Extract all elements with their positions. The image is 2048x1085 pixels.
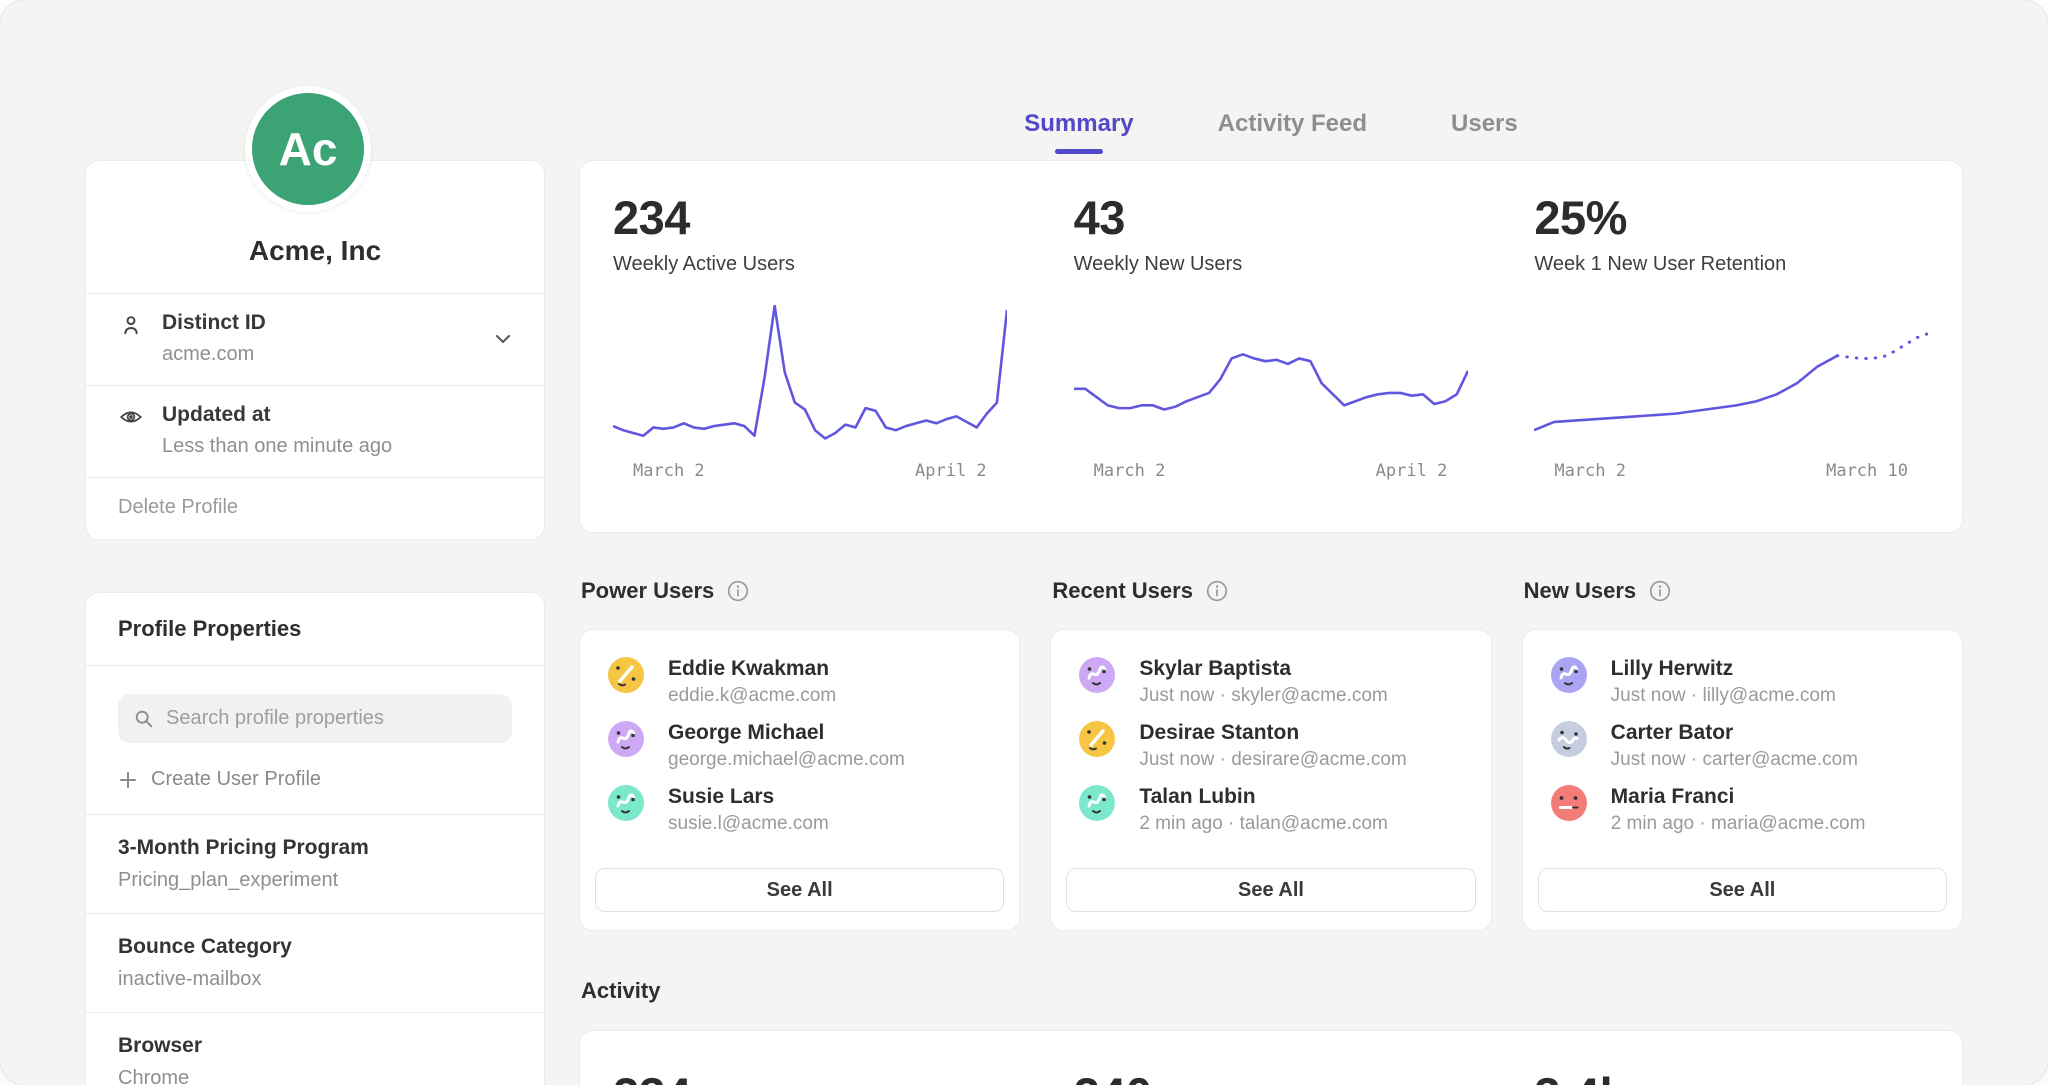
stat-week1-retention: 25% Week 1 New User Retention March 2 Ma… bbox=[1501, 161, 1962, 532]
power-users-title: Power Users bbox=[579, 578, 1020, 604]
search-icon bbox=[133, 708, 155, 730]
stat-weekly-active-users: 234 Weekly Active Users March 2 April 2 bbox=[580, 161, 1041, 532]
user-row[interactable]: Maria Franci 2 min ago · maria@acme.com bbox=[1551, 785, 1934, 835]
activity-stat: 234 bbox=[580, 1071, 1041, 1085]
user-row[interactable]: Susie Lars susie.l@acme.com bbox=[608, 785, 991, 835]
profile-property-row[interactable]: 3-Month Pricing Program Pricing_plan_exp… bbox=[86, 814, 544, 913]
power-users-card: Eddie Kwakman eddie.k@acme.com George Mi… bbox=[579, 629, 1020, 931]
profile-properties-card: Profile Properties Create User Profile 3… bbox=[85, 592, 545, 1085]
delete-profile-button[interactable]: Delete Profile bbox=[86, 477, 544, 539]
profile-property-row[interactable]: Browser Chrome bbox=[86, 1012, 544, 1085]
recent-users-title: Recent Users bbox=[1050, 578, 1491, 604]
summary-stats-card: 234 Weekly Active Users March 2 April 2 … bbox=[579, 160, 1963, 533]
user-avatar bbox=[608, 785, 644, 821]
search-profile-properties[interactable] bbox=[118, 694, 512, 743]
activity-stat: 3.4k bbox=[1501, 1071, 1962, 1085]
sparkline-week1-retention bbox=[1534, 298, 1928, 448]
tab-bar: Summary Activity Feed Users bbox=[579, 110, 1963, 152]
eye-icon bbox=[118, 403, 146, 458]
recent-users-column: Recent Users Skylar Baptista Just now · … bbox=[1050, 578, 1491, 931]
activity-section: Activity 234 240 3.4k bbox=[579, 978, 1963, 1085]
company-avatar-initials: Ac bbox=[279, 122, 338, 176]
x-axis-labels: March 2 April 2 bbox=[633, 461, 987, 481]
field-label: Updated at bbox=[162, 403, 392, 427]
profile-properties-title: Profile Properties bbox=[86, 593, 544, 666]
create-user-profile-button[interactable]: Create User Profile bbox=[118, 768, 512, 791]
stat-label: Weekly New Users bbox=[1074, 253, 1484, 276]
x-axis-labels: March 2 March 10 bbox=[1554, 461, 1908, 481]
field-value: Less than one minute ago bbox=[162, 435, 392, 458]
x-axis-labels: March 2 April 2 bbox=[1094, 461, 1448, 481]
activity-card: 234 240 3.4k bbox=[579, 1030, 1963, 1085]
tab-summary[interactable]: Summary bbox=[1024, 110, 1133, 152]
sparkline-weekly-active-users bbox=[613, 298, 1007, 448]
tab-activity-feed[interactable]: Activity Feed bbox=[1218, 110, 1367, 152]
power-users-column: Power Users Eddie Kwakman eddie.k@acme.c… bbox=[579, 578, 1020, 931]
profile-property-row[interactable]: Bounce Category inactive-mailbox bbox=[86, 913, 544, 1012]
stat-label: Week 1 New User Retention bbox=[1534, 253, 1944, 276]
user-row[interactable]: George Michael george.michael@acme.com bbox=[608, 721, 991, 771]
info-icon[interactable] bbox=[1205, 579, 1229, 603]
stat-value: 234 bbox=[613, 194, 1023, 241]
see-all-button[interactable]: See All bbox=[1066, 868, 1475, 912]
company-profile-card: Ac Acme, Inc Distinct ID acme.com bbox=[85, 160, 545, 540]
stat-label: Weekly Active Users bbox=[613, 253, 1023, 276]
updated-at-row: Updated at Less than one minute ago bbox=[86, 385, 544, 477]
new-users-title: New Users bbox=[1522, 578, 1963, 604]
search-input[interactable] bbox=[166, 707, 497, 730]
field-label: Distinct ID bbox=[162, 311, 266, 335]
activity-title: Activity bbox=[579, 978, 1963, 1004]
user-avatar bbox=[1079, 721, 1115, 757]
chevron-down-icon[interactable] bbox=[492, 328, 514, 350]
new-users-column: New Users Lilly Herwitz Just now · lilly… bbox=[1522, 578, 1963, 931]
see-all-button[interactable]: See All bbox=[1538, 868, 1947, 912]
user-avatar bbox=[608, 657, 644, 693]
user-avatar bbox=[1079, 657, 1115, 693]
user-avatar bbox=[1551, 721, 1587, 757]
user-avatar bbox=[1079, 785, 1115, 821]
stat-weekly-new-users: 43 Weekly New Users March 2 April 2 bbox=[1041, 161, 1502, 532]
user-row[interactable]: Carter Bator Just now · carter@acme.com bbox=[1551, 721, 1934, 771]
user-avatar bbox=[608, 721, 644, 757]
tab-users[interactable]: Users bbox=[1451, 110, 1518, 152]
user-avatar bbox=[1551, 657, 1587, 693]
info-icon[interactable] bbox=[726, 579, 750, 603]
user-row[interactable]: Skylar Baptista Just now · skyler@acme.c… bbox=[1079, 657, 1462, 707]
see-all-button[interactable]: See All bbox=[595, 868, 1004, 912]
plus-icon bbox=[118, 770, 138, 790]
distinct-id-row[interactable]: Distinct ID acme.com bbox=[86, 293, 544, 385]
person-icon bbox=[118, 311, 146, 366]
user-row[interactable]: Lilly Herwitz Just now · lilly@acme.com bbox=[1551, 657, 1934, 707]
user-row[interactable]: Talan Lubin 2 min ago · talan@acme.com bbox=[1079, 785, 1462, 835]
user-row[interactable]: Desirae Stanton Just now · desirare@acme… bbox=[1079, 721, 1462, 771]
user-row[interactable]: Eddie Kwakman eddie.k@acme.com bbox=[608, 657, 991, 707]
company-profile-page: Ac Acme, Inc Distinct ID acme.com bbox=[0, 0, 2048, 1085]
user-avatar bbox=[1551, 785, 1587, 821]
info-icon[interactable] bbox=[1648, 579, 1672, 603]
company-avatar: Ac bbox=[245, 86, 371, 212]
stat-value: 43 bbox=[1074, 194, 1484, 241]
sparkline-weekly-new-users bbox=[1074, 298, 1468, 448]
recent-users-card: Skylar Baptista Just now · skyler@acme.c… bbox=[1050, 629, 1491, 931]
field-value: acme.com bbox=[162, 343, 266, 366]
stat-value: 25% bbox=[1534, 194, 1944, 241]
new-users-card: Lilly Herwitz Just now · lilly@acme.com … bbox=[1522, 629, 1963, 931]
user-lists-section: Power Users Eddie Kwakman eddie.k@acme.c… bbox=[579, 578, 1963, 931]
activity-stat: 240 bbox=[1041, 1071, 1502, 1085]
